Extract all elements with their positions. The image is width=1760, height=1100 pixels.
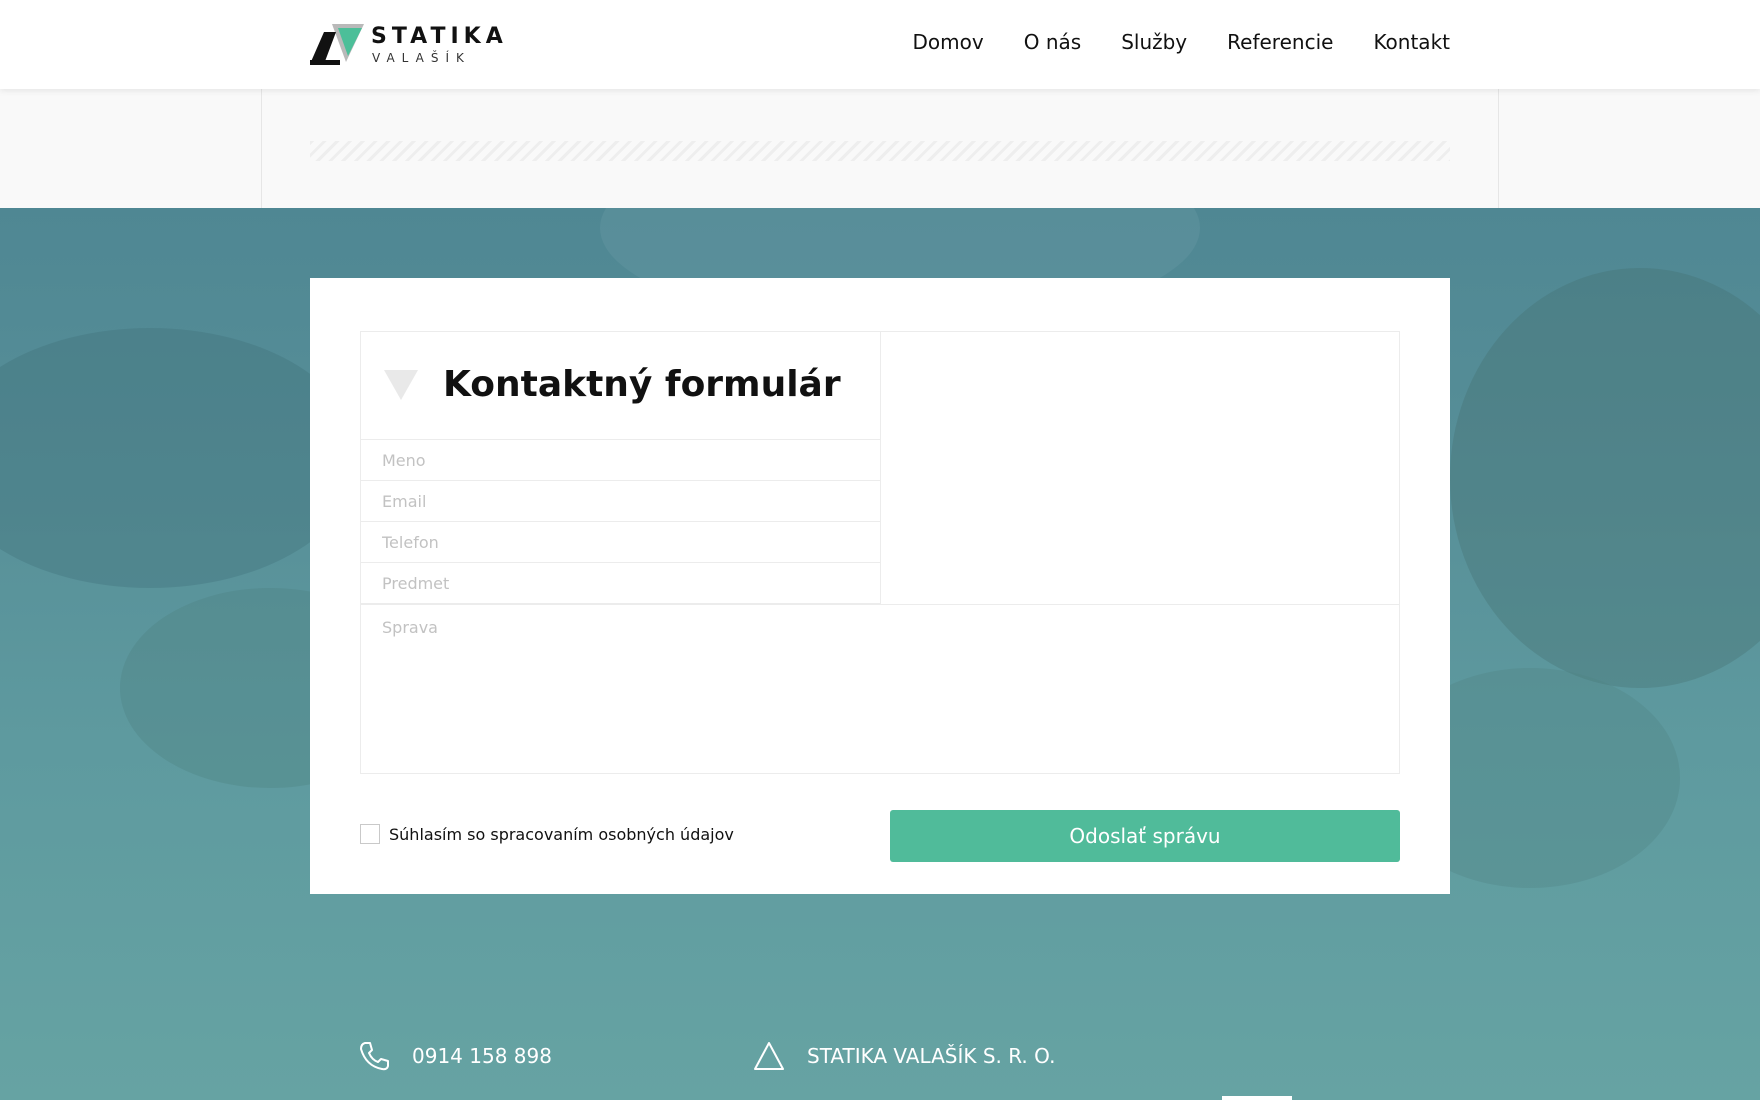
submit-button[interactable]: Odoslať správu	[890, 810, 1400, 862]
message-row	[361, 604, 1399, 774]
consent-label: Súhlasím so spracovaním osobných údajov	[389, 824, 734, 844]
footer-tab-stub	[1222, 1096, 1292, 1100]
form-grid: Kontaktný formulár	[360, 331, 1400, 774]
nav-item-kontakt[interactable]: Kontakt	[1373, 30, 1450, 54]
triangle-down-icon	[384, 370, 418, 400]
divider-line	[1498, 89, 1499, 208]
logo-subtitle: VALAŠÍK	[372, 51, 471, 65]
background-shape	[0, 328, 360, 588]
nav-item-referencie[interactable]: Referencie	[1227, 30, 1333, 54]
hatch-pattern	[310, 141, 1450, 161]
name-field[interactable]	[361, 440, 880, 481]
logo-triangle-icon	[310, 24, 364, 65]
contact-form-card: Kontaktný formulár Súhlasím so spracovan…	[310, 278, 1450, 894]
nav-item-sluzby[interactable]: Služby	[1121, 30, 1187, 54]
main-nav: Domov O nás Služby Referencie Kontakt	[873, 30, 1450, 54]
column-divider	[880, 332, 881, 604]
phone-number[interactable]: 0914 158 898	[412, 1044, 552, 1068]
email-field[interactable]	[361, 481, 880, 522]
consent-checkbox[interactable]	[360, 824, 380, 844]
subject-field[interactable]	[361, 563, 880, 604]
form-header: Kontaktný formulár	[361, 332, 880, 440]
phone-icon	[360, 1042, 389, 1071]
site-header: STATIKA VALAŠÍK Domov O nás Služby Refer…	[0, 0, 1760, 89]
logo-title: STATIKA	[371, 24, 508, 49]
consent-control[interactable]: Súhlasím so spracovaním osobných údajov	[360, 824, 734, 844]
triangle-outline-icon	[754, 1042, 784, 1070]
footer-company: STATIKA VALAŠÍK S. R. O.	[753, 1040, 1055, 1072]
background-shape	[1450, 268, 1760, 688]
phone-field[interactable]	[361, 522, 880, 563]
form-title: Kontaktný formulár	[443, 364, 841, 405]
divider-line	[261, 89, 262, 208]
company-name: STATIKA VALAŠÍK S. R. O.	[807, 1044, 1056, 1068]
nav-item-domov[interactable]: Domov	[913, 30, 984, 54]
message-field[interactable]	[361, 605, 1399, 774]
footer-phone: 0914 158 898	[358, 1040, 552, 1072]
nav-item-o-nas[interactable]: O nás	[1024, 30, 1081, 54]
logo[interactable]: STATIKA VALAŠÍK	[310, 24, 510, 68]
